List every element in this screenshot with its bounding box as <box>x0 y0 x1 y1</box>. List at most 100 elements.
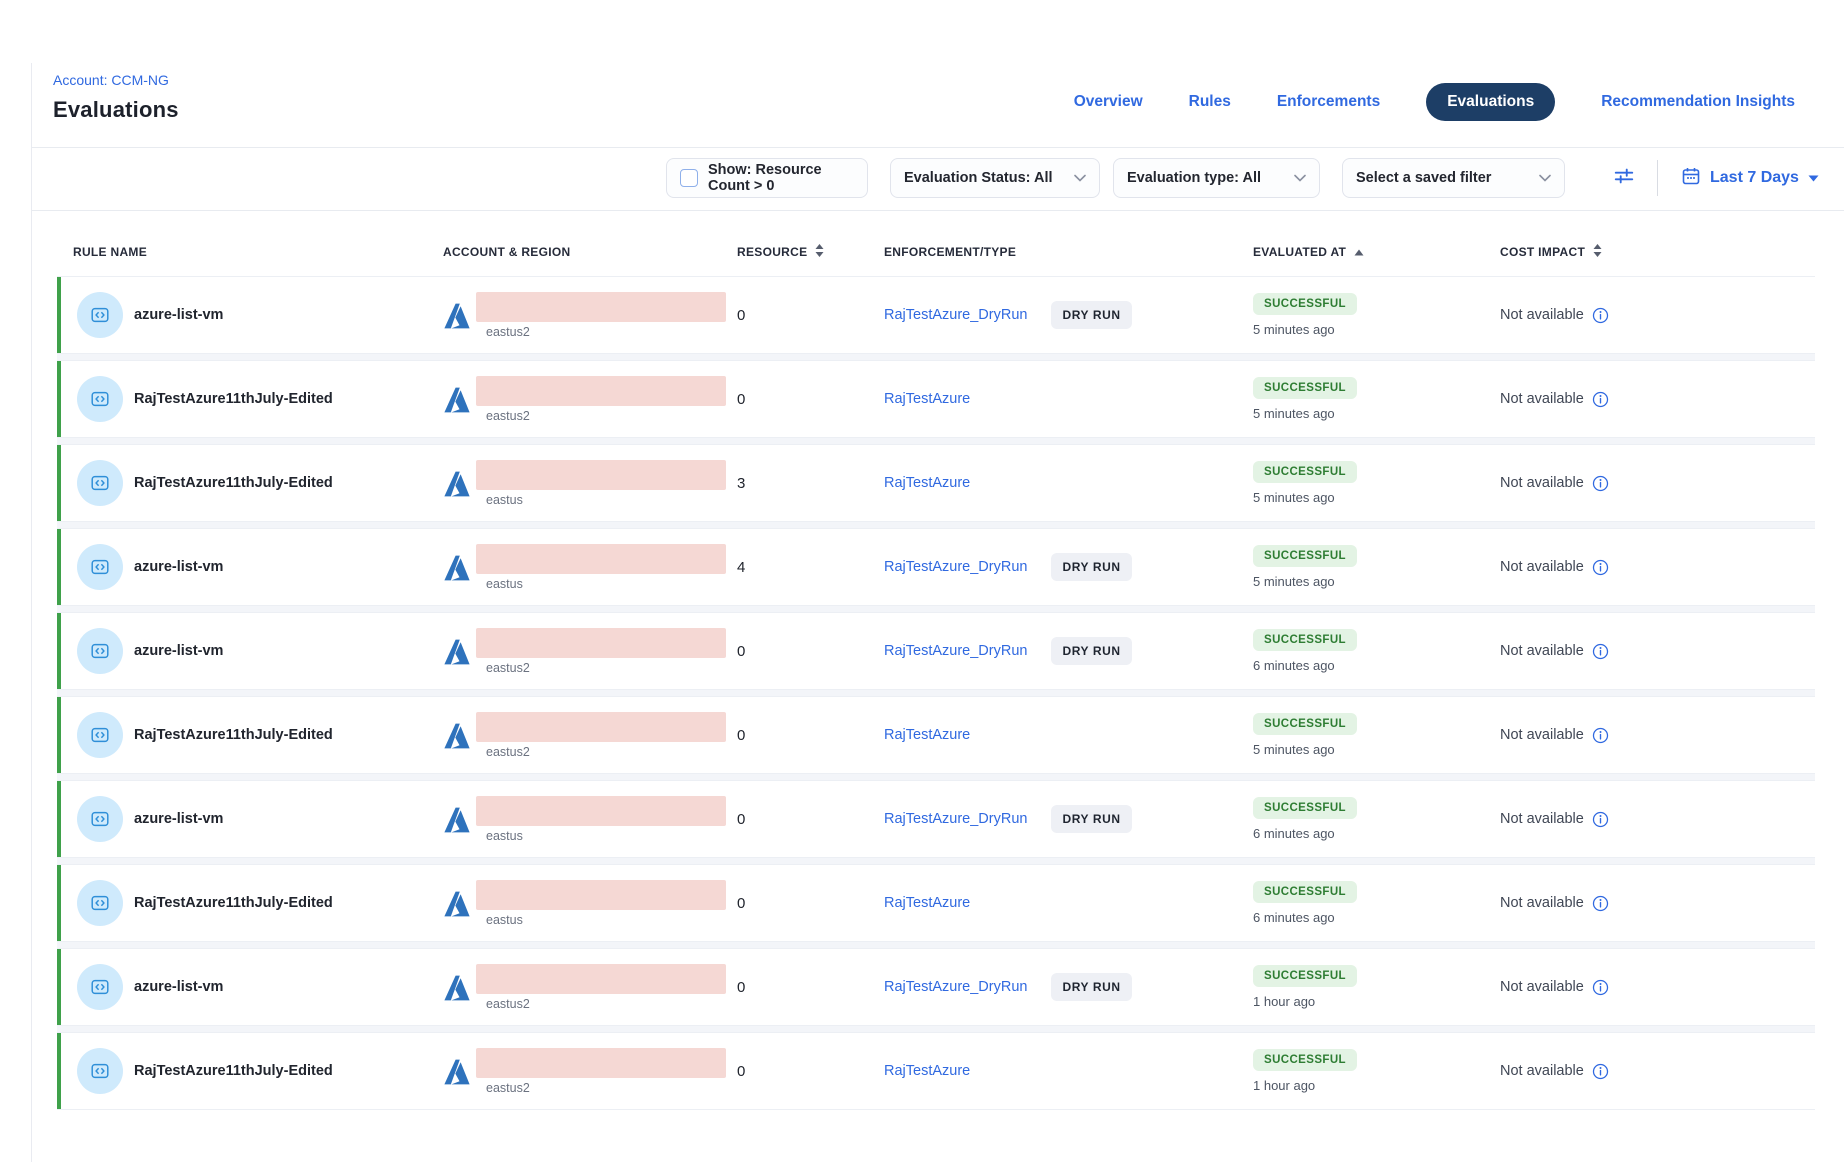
redacted-account-name <box>476 712 726 742</box>
table-row[interactable]: RajTestAzure11thJuly-Edited eastus2 0 Ra… <box>57 1032 1815 1110</box>
evaluation-status-dropdown[interactable]: Evaluation Status: All <box>890 158 1100 198</box>
column-header-cost-impact[interactable]: COST IMPACT <box>1500 244 1815 260</box>
chevron-down-icon <box>1539 170 1551 186</box>
evaluated-time: 6 minutes ago <box>1253 826 1335 841</box>
status-badge: SUCCESSFUL <box>1253 545 1357 567</box>
table-row[interactable]: azure-list-vm eastus2 0 RajTestAzure_Dry… <box>57 948 1815 1026</box>
info-icon[interactable] <box>1592 1063 1609 1080</box>
resource-count: 0 <box>737 1063 745 1080</box>
rule-icon <box>77 292 123 338</box>
info-icon[interactable] <box>1592 307 1609 324</box>
column-header-resource[interactable]: RESOURCE <box>737 244 884 260</box>
page-header: Account: CCM-NG Evaluations <box>53 72 179 123</box>
panel-divider <box>31 63 32 1162</box>
enforcement-link[interactable]: RajTestAzure <box>884 391 970 407</box>
resource-count-checkbox[interactable] <box>680 169 698 187</box>
enforcement-link[interactable]: RajTestAzure <box>884 475 970 491</box>
tab-enforcements[interactable]: Enforcements <box>1277 93 1380 111</box>
page-title: Evaluations <box>53 97 179 123</box>
table-row[interactable]: RajTestAzure11thJuly-Edited eastus2 0 Ra… <box>57 360 1815 438</box>
dry-run-badge: DRY RUN <box>1051 805 1131 833</box>
enforcement-link[interactable]: RajTestAzure_DryRun <box>884 979 1027 995</box>
rule-icon <box>77 544 123 590</box>
saved-filter-placeholder: Select a saved filter <box>1356 170 1491 186</box>
status-badge: SUCCESSFUL <box>1253 293 1357 315</box>
chevron-down-icon <box>1074 170 1086 186</box>
top-nav: Overview Rules Enforcements Evaluations … <box>1074 83 1795 121</box>
azure-icon <box>443 974 471 1002</box>
status-badge: SUCCESSFUL <box>1253 377 1357 399</box>
filter-settings-button[interactable] <box>1613 165 1635 192</box>
region-label: eastus2 <box>486 325 726 339</box>
rule-icon <box>77 376 123 422</box>
info-icon[interactable] <box>1592 895 1609 912</box>
table-row[interactable]: RajTestAzure11thJuly-Edited eastus 3 Raj… <box>57 444 1815 522</box>
rule-name: RajTestAzure11thJuly-Edited <box>134 1063 333 1079</box>
row-status-accent <box>57 361 61 437</box>
table-row[interactable]: azure-list-vm eastus 4 RajTestAzure_DryR… <box>57 528 1815 606</box>
region-label: eastus <box>486 829 726 843</box>
table-row[interactable]: RajTestAzure11thJuly-Edited eastus2 0 Ra… <box>57 696 1815 774</box>
column-header-enforcement-type: ENFORCEMENT/TYPE <box>884 245 1253 259</box>
evaluation-status-value: Evaluation Status: All <box>904 170 1053 186</box>
region-label: eastus2 <box>486 745 726 759</box>
enforcement-link[interactable]: RajTestAzure <box>884 895 970 911</box>
table-row[interactable]: azure-list-vm eastus2 0 RajTestAzure_Dry… <box>57 276 1815 354</box>
azure-icon <box>443 470 471 498</box>
evaluations-page: Account: CCM-NG Evaluations Overview Rul… <box>0 0 1844 1162</box>
header-divider <box>31 147 1844 148</box>
account-region-cell: eastus <box>476 796 726 843</box>
status-badge: SUCCESSFUL <box>1253 797 1357 819</box>
status-badge: SUCCESSFUL <box>1253 1049 1357 1071</box>
evaluated-time: 5 minutes ago <box>1253 742 1335 757</box>
enforcement-link[interactable]: RajTestAzure_DryRun <box>884 811 1027 827</box>
redacted-account-name <box>476 628 726 658</box>
info-icon[interactable] <box>1592 727 1609 744</box>
breadcrumb-account-link[interactable]: Account: CCM-NG <box>53 72 179 88</box>
sort-both-icon <box>815 244 824 260</box>
info-icon[interactable] <box>1592 391 1609 408</box>
enforcement-link[interactable]: RajTestAzure <box>884 1063 970 1079</box>
evaluation-type-dropdown[interactable]: Evaluation type: All <box>1113 158 1320 198</box>
cost-impact-value: Not available <box>1500 307 1584 323</box>
enforcement-link[interactable]: RajTestAzure_DryRun <box>884 643 1027 659</box>
status-badge: SUCCESSFUL <box>1253 629 1357 651</box>
rule-name: azure-list-vm <box>134 811 223 827</box>
info-icon[interactable] <box>1592 559 1609 576</box>
date-range-picker[interactable]: Last 7 Days <box>1681 166 1819 191</box>
resource-count-checkbox-label: Show: Resource Count > 0 <box>708 162 854 194</box>
sliders-icon <box>1613 165 1635 192</box>
rule-name: azure-list-vm <box>134 643 223 659</box>
info-icon[interactable] <box>1592 811 1609 828</box>
region-label: eastus2 <box>486 997 726 1011</box>
info-icon[interactable] <box>1592 643 1609 660</box>
cost-impact-value: Not available <box>1500 811 1584 827</box>
info-icon[interactable] <box>1592 475 1609 492</box>
account-region-cell: eastus2 <box>476 292 726 339</box>
account-region-cell: eastus <box>476 544 726 591</box>
enforcement-link[interactable]: RajTestAzure_DryRun <box>884 307 1027 323</box>
account-region-cell: eastus2 <box>476 376 726 423</box>
show-resource-count-filter[interactable]: Show: Resource Count > 0 <box>666 158 868 198</box>
table-row[interactable]: azure-list-vm eastus2 0 RajTestAzure_Dry… <box>57 612 1815 690</box>
tab-recommendation-insights[interactable]: Recommendation Insights <box>1601 93 1795 111</box>
column-header-evaluated-at[interactable]: EVALUATED AT <box>1253 245 1500 259</box>
evaluated-time: 5 minutes ago <box>1253 490 1335 505</box>
enforcement-link[interactable]: RajTestAzure_DryRun <box>884 559 1027 575</box>
tab-overview[interactable]: Overview <box>1074 93 1143 111</box>
info-icon[interactable] <box>1592 979 1609 996</box>
rule-icon <box>77 460 123 506</box>
row-status-accent <box>57 949 61 1025</box>
table-row[interactable]: azure-list-vm eastus 0 RajTestAzure_DryR… <box>57 780 1815 858</box>
table-row[interactable]: RajTestAzure11thJuly-Edited eastus 0 Raj… <box>57 864 1815 942</box>
evaluated-time: 5 minutes ago <box>1253 322 1335 337</box>
region-label: eastus <box>486 577 726 591</box>
rule-icon <box>77 712 123 758</box>
enforcement-link[interactable]: RajTestAzure <box>884 727 970 743</box>
status-badge: SUCCESSFUL <box>1253 713 1357 735</box>
saved-filter-dropdown[interactable]: Select a saved filter <box>1342 158 1565 198</box>
tab-evaluations-active[interactable]: Evaluations <box>1426 83 1555 121</box>
tab-rules[interactable]: Rules <box>1189 93 1231 111</box>
region-label: eastus2 <box>486 661 726 675</box>
evaluation-type-value: Evaluation type: All <box>1127 170 1261 186</box>
